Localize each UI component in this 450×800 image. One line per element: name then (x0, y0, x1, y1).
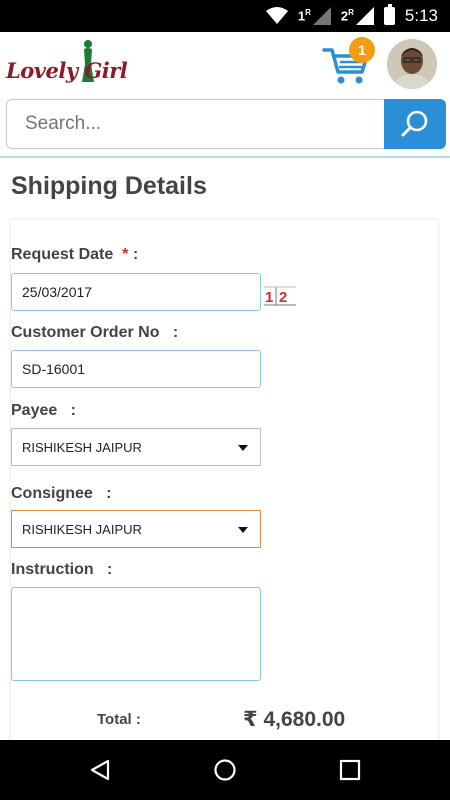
signal-icon (312, 7, 331, 25)
payee-label: Payee : (11, 402, 76, 419)
dropdown-arrow-icon (238, 445, 248, 451)
required-marker: * (122, 246, 129, 263)
consignee-select[interactable]: RISHIKESH JAIPUR (11, 510, 261, 548)
consignee-label: Consignee : (11, 485, 112, 502)
search-icon (401, 110, 428, 137)
logo-text: Lovely Girl (6, 58, 128, 83)
calendar-icon[interactable]: 1 2 (264, 284, 298, 308)
consignee-selected-value: RISHIKESH JAIPUR (22, 521, 142, 537)
total-label: Total : (97, 711, 141, 728)
payee-select[interactable]: RISHIKESH JAIPUR (11, 428, 261, 466)
signal-sim2: 2R (341, 7, 374, 25)
avatar[interactable] (387, 39, 437, 89)
header-divider (0, 156, 450, 158)
search-bar (6, 99, 446, 149)
customer-order-field[interactable]: SD-16001 (11, 350, 261, 388)
cart-count-badge[interactable]: 1 (349, 37, 375, 63)
wifi-icon (265, 7, 288, 24)
back-icon[interactable] (88, 758, 112, 782)
app-logo[interactable]: Lovely Girl (6, 38, 146, 90)
home-icon[interactable] (213, 758, 237, 782)
clock: 5:13 (404, 6, 438, 25)
search-button[interactable] (384, 99, 446, 149)
recents-icon[interactable] (338, 758, 362, 782)
page-title: Shipping Details (11, 172, 207, 200)
battery-icon (383, 4, 395, 25)
request-date-field[interactable]: 25/03/2017 (11, 273, 261, 311)
customer-order-label: Customer Order No : (11, 324, 179, 341)
instruction-textarea[interactable] (11, 587, 261, 681)
svg-text:2: 2 (279, 289, 287, 306)
total-value: ₹ 4,680.00 (243, 708, 346, 731)
svg-text:1: 1 (265, 289, 273, 306)
instruction-label: Instruction : (11, 561, 113, 578)
dropdown-arrow-icon (238, 527, 248, 533)
payee-selected-value: RISHIKESH JAIPUR (22, 439, 142, 455)
app-header: Lovely Girl 1 (0, 32, 450, 96)
signal-sim1: 1R (298, 7, 331, 25)
system-nav-bar (0, 740, 450, 800)
search-input[interactable] (6, 99, 386, 149)
signal-icon (355, 7, 374, 25)
status-bar: 1R 2R 5:13 (0, 0, 450, 32)
request-date-label: Request Date * : (11, 246, 139, 263)
